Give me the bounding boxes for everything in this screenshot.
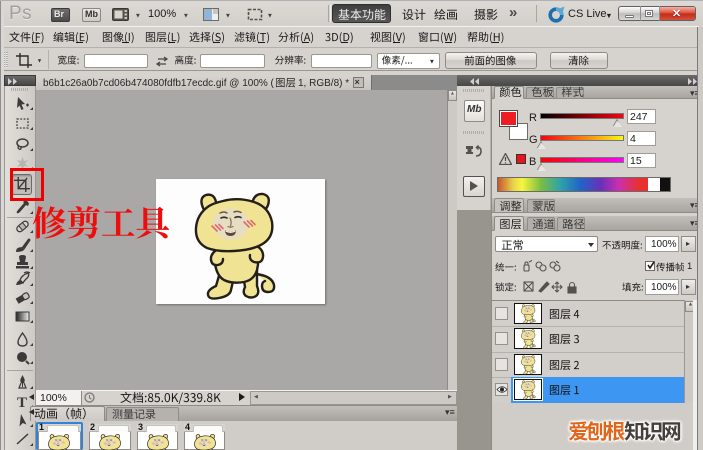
- svg-text:T: T: [17, 395, 27, 410]
